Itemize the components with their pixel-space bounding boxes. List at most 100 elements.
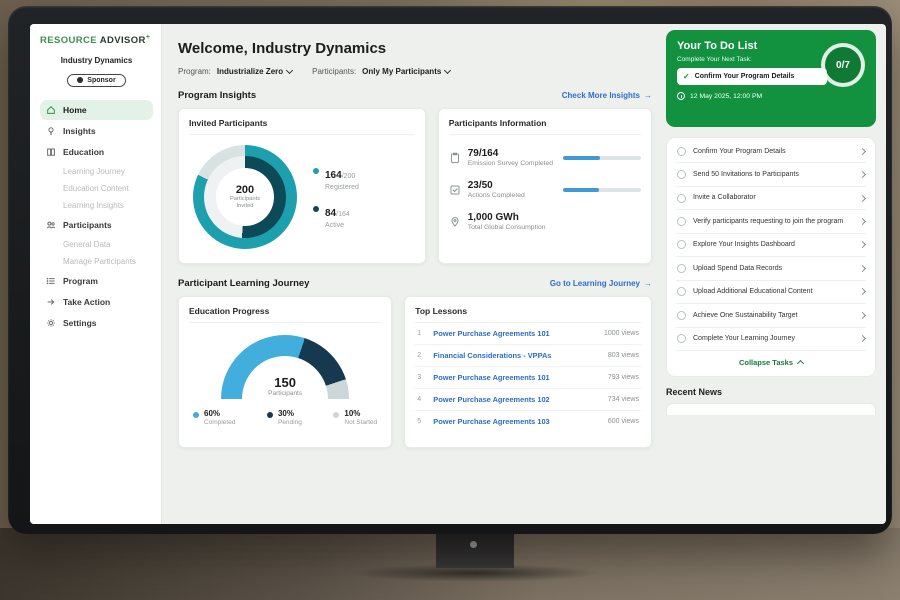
sponsor-badge-label: Sponsor — [87, 77, 115, 84]
filters-bar: Program: Industrialize Zero Participants… — [178, 67, 652, 76]
lesson-row: 4 Power Purchase Agreements 102 734 view… — [415, 389, 641, 411]
progress-fill — [563, 156, 600, 160]
legend-pct: 30% — [278, 409, 302, 418]
logo-plus: + — [146, 34, 151, 41]
sidebar-item-label: Program — [63, 276, 98, 286]
actions-completed-progressbar — [563, 188, 641, 192]
task-row[interactable]: Complete Your Learning Journey — [676, 328, 866, 351]
task-checkbox[interactable] — [677, 311, 686, 320]
task-row[interactable]: Explore Your Insights Dashboard — [676, 234, 866, 257]
link-label: Go to Learning Journey — [550, 279, 640, 288]
legend-label: Not Started — [344, 419, 377, 426]
card-title: Top Lessons — [415, 306, 641, 323]
participants-select[interactable]: Only My Participants — [362, 67, 450, 76]
chevron-right-icon[interactable] — [859, 148, 866, 155]
lesson-views: 600 views — [608, 418, 639, 425]
task-label: Send 50 Invitations to Participants — [693, 170, 853, 179]
lesson-link[interactable]: Power Purchase Agreements 101 — [433, 373, 600, 382]
task-checkbox[interactable] — [677, 147, 686, 156]
lesson-rank: 1 — [417, 330, 425, 337]
sidebar-item-education-content[interactable]: Education Content — [40, 180, 153, 197]
task-row[interactable]: Verify participants requesting to join t… — [676, 210, 866, 233]
task-row[interactable]: Confirm Your Program Details — [676, 140, 866, 163]
program-select[interactable]: Industrialize Zero — [217, 67, 292, 76]
check-more-insights-link[interactable]: Check More Insights → — [562, 91, 652, 100]
sidebar-item-general-data[interactable]: General Data — [40, 236, 153, 253]
task-row[interactable]: Upload Spend Data Records — [676, 257, 866, 280]
lesson-link[interactable]: Power Purchase Agreements 103 — [433, 417, 600, 426]
chevron-right-icon[interactable] — [859, 312, 866, 319]
main-content: Welcome, Industry Dynamics Program: Indu… — [162, 24, 664, 524]
sponsor-badge[interactable]: Sponsor — [67, 74, 125, 87]
task-row[interactable]: Upload Additional Educational Content — [676, 281, 866, 304]
chevron-right-icon[interactable] — [859, 195, 866, 202]
todo-task-list: Confirm Your Program Details Send 50 Inv… — [666, 137, 876, 377]
task-row[interactable]: Send 50 Invitations to Participants — [676, 163, 866, 186]
task-label: Complete Your Learning Journey — [693, 334, 853, 343]
chevron-right-icon[interactable] — [859, 265, 866, 272]
legend-item-completed: 60% Completed — [193, 409, 235, 426]
sidebar-item-label: Home — [63, 105, 87, 115]
legend-label: Registered — [325, 184, 359, 191]
task-checkbox[interactable] — [677, 264, 686, 273]
chevron-right-icon[interactable] — [859, 218, 866, 225]
gauge-legend: 60% Completed 30% Pending 10% Not Starte… — [189, 403, 381, 426]
lesson-rank: 3 — [417, 374, 425, 381]
chevron-right-icon[interactable] — [859, 335, 866, 342]
task-checkbox[interactable] — [677, 194, 686, 203]
sidebar-item-home[interactable]: Home — [40, 100, 153, 120]
sidebar-item-education[interactable]: Education — [40, 142, 153, 162]
lesson-link[interactable]: Power Purchase Agreements 101 — [433, 329, 596, 338]
sidebar-item-manage-participants[interactable]: Manage Participants — [40, 253, 153, 270]
app-logo: RESOURCE ADVISOR+ — [40, 34, 153, 46]
sidebar-item-program[interactable]: Program — [40, 271, 153, 291]
learning-journey-cards: Education Progress 150 Participants 60% — [178, 296, 652, 448]
gauge-center: 150 Participants — [221, 375, 349, 397]
legend-value: 164 — [325, 170, 342, 181]
task-checkbox[interactable] — [677, 240, 686, 249]
task-checkbox[interactable] — [677, 217, 686, 226]
sidebar-item-take-action[interactable]: Take Action — [40, 292, 153, 312]
task-checkbox[interactable] — [677, 170, 686, 179]
people-icon — [46, 220, 56, 230]
chevron-right-icon[interactable] — [859, 171, 866, 178]
collapse-tasks-link[interactable]: Collapse Tasks — [676, 351, 866, 374]
gear-icon — [46, 318, 56, 328]
sidebar-item-label: Settings — [63, 318, 97, 328]
task-label: Invite a Collaborator — [693, 193, 853, 202]
logo-word-resource: RESOURCE — [40, 35, 97, 46]
task-label: Confirm Your Program Details — [693, 147, 853, 156]
sidebar-item-insights[interactable]: Insights — [40, 121, 153, 141]
sidebar-item-learning-journey[interactable]: Learning Journey — [40, 163, 153, 180]
home-icon — [46, 105, 56, 115]
chevron-right-icon[interactable] — [859, 288, 866, 295]
program-insights-cards: Invited Participants 200 Participants In… — [178, 108, 652, 264]
metric-label: Actions Completed — [468, 192, 556, 199]
go-to-learning-journey-link[interactable]: Go to Learning Journey → — [550, 279, 652, 288]
lesson-link[interactable]: Power Purchase Agreements 102 — [433, 395, 600, 404]
sidebar-item-settings[interactable]: Settings — [40, 313, 153, 333]
lesson-link[interactable]: Financial Considerations - VPPAs — [433, 351, 600, 360]
task-row[interactable]: Achieve One Sustainability Target — [676, 304, 866, 327]
card-title: Participants Information — [449, 118, 641, 135]
todo-subtitle: Complete Your Next Task: — [677, 56, 865, 63]
next-task-pill[interactable]: ✓ Confirm Your Program Details — [677, 68, 827, 85]
sidebar-subitem-label: Learning Journey — [63, 167, 125, 176]
chevron-right-icon[interactable] — [859, 241, 866, 248]
sidebar-item-learning-insights[interactable]: Learning Insights — [40, 197, 153, 214]
card-title: Education Progress — [189, 306, 381, 323]
task-row[interactable]: Invite a Collaborator — [676, 187, 866, 210]
recent-news-card — [666, 403, 876, 415]
task-checkbox[interactable] — [677, 287, 686, 296]
sidebar-subitem-label: Manage Participants — [63, 257, 136, 266]
top-lessons-card: Top Lessons 1 Power Purchase Agreements … — [404, 296, 652, 448]
donut-legend: 164/200 Registered 84/164 Active — [313, 165, 359, 229]
emission-survey-progressbar — [563, 156, 641, 160]
chevron-up-icon — [797, 360, 804, 367]
task-checkbox[interactable] — [677, 334, 686, 343]
sidebar-item-participants[interactable]: Participants — [40, 215, 153, 235]
todo-summary-card: 0/7 Your To Do List Complete Your Next T… — [666, 30, 876, 127]
legend-value: 84 — [325, 208, 336, 219]
lesson-rank: 4 — [417, 396, 425, 403]
sidebar-item-label: Education — [63, 147, 104, 157]
